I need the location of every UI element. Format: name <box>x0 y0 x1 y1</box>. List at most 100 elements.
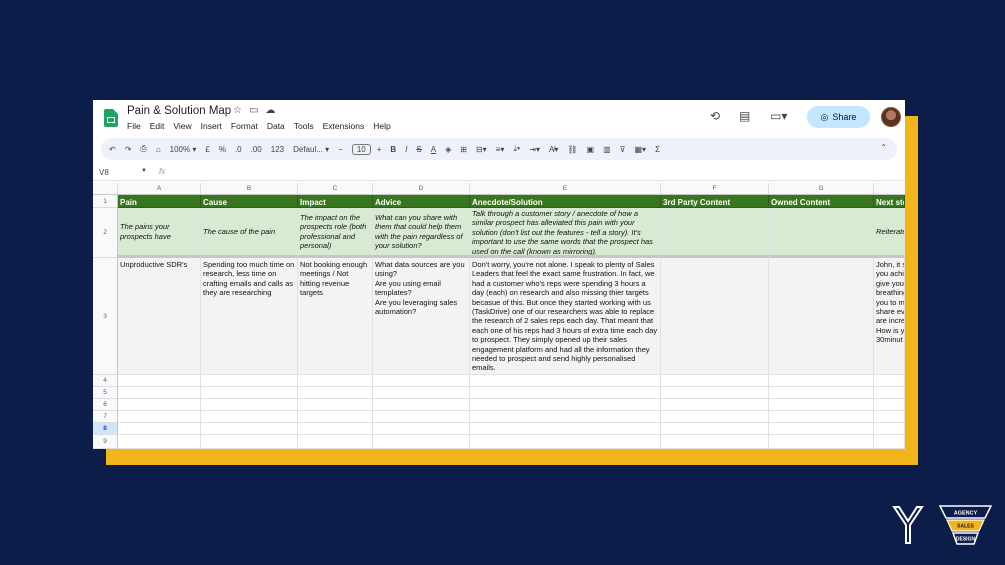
insert-chart-icon[interactable]: ▥ <box>603 145 611 154</box>
row-number-8[interactable]: 8 <box>93 423 118 435</box>
example-cell-anecdote[interactable]: Don't worry, you're not alone. I speak t… <box>470 258 661 375</box>
empty-cell[interactable] <box>769 375 874 387</box>
row-number-9[interactable]: 9 <box>93 435 118 449</box>
meet-video-icon[interactable]: ▭▾ <box>770 109 787 123</box>
row-number-5[interactable]: 5 <box>93 387 118 399</box>
menu-view[interactable]: View <box>173 121 191 131</box>
example-cell-third-party[interactable] <box>661 258 769 375</box>
guide-cell-third-party[interactable] <box>661 208 769 258</box>
menu-extensions[interactable]: Extensions <box>323 121 365 131</box>
version-history-icon[interactable]: ⟲ <box>710 109 720 123</box>
empty-cell[interactable] <box>661 435 769 449</box>
font-select[interactable]: Defaul... ▾ <box>293 145 329 154</box>
move-folder-icon[interactable]: ▭ <box>249 105 265 116</box>
empty-cell[interactable] <box>298 411 373 423</box>
guide-cell-pain[interactable]: The pains your prospects have <box>118 208 201 258</box>
empty-cell[interactable] <box>769 423 874 435</box>
paint-format-icon[interactable]: ⌂ <box>156 145 161 154</box>
vertical-align-icon[interactable]: ⤓▾ <box>513 144 520 154</box>
guide-cell-anecdote[interactable]: Talk through a customer story / anecdote… <box>470 208 661 258</box>
row-number-7[interactable]: 7 <box>93 411 118 423</box>
redo-icon[interactable]: ↷ <box>125 145 132 154</box>
example-cell-advice[interactable]: What data sources are you using? Are you… <box>373 258 470 375</box>
empty-cell[interactable] <box>201 375 298 387</box>
menu-help[interactable]: Help <box>373 121 390 131</box>
increase-decimal-button[interactable]: .00 <box>251 145 262 154</box>
empty-cell[interactable] <box>470 399 661 411</box>
example-cell-next-steps[interactable]: John, it s you achi give you breathing y… <box>874 258 905 375</box>
empty-cell[interactable] <box>661 375 769 387</box>
decrease-decimal-button[interactable]: .0 <box>235 145 242 154</box>
empty-cell[interactable] <box>470 435 661 449</box>
empty-cell[interactable] <box>769 399 874 411</box>
empty-cell[interactable] <box>201 423 298 435</box>
header-cell-pain[interactable]: Pain <box>118 195 201 208</box>
comments-icon[interactable]: ▤ <box>739 109 750 123</box>
avatar[interactable] <box>881 107 901 127</box>
empty-cell[interactable] <box>201 435 298 449</box>
guide-cell-next-steps[interactable]: Reiterate book the <box>874 208 905 258</box>
menu-edit[interactable]: Edit <box>150 121 165 131</box>
print-icon[interactable]: ⎙ <box>140 144 146 154</box>
empty-cell[interactable] <box>769 435 874 449</box>
empty-cell[interactable] <box>298 423 373 435</box>
currency-format-button[interactable]: £ <box>205 145 209 154</box>
collapse-menus-icon[interactable]: ⌃ <box>880 143 887 152</box>
row-number-6[interactable]: 6 <box>93 399 118 411</box>
star-icon[interactable]: ☆ <box>233 105 249 116</box>
row-number-2[interactable]: 2 <box>93 208 118 258</box>
empty-cell[interactable] <box>661 387 769 399</box>
row-number-3[interactable]: 3 <box>93 258 118 375</box>
empty-cell[interactable] <box>661 423 769 435</box>
header-cell-owned[interactable]: Owned Content <box>769 195 874 208</box>
empty-cell[interactable] <box>661 399 769 411</box>
menu-tools[interactable]: Tools <box>294 121 314 131</box>
empty-cell[interactable] <box>874 411 905 423</box>
empty-cell[interactable] <box>874 423 905 435</box>
header-cell-third-party[interactable]: 3rd Party Content <box>661 195 769 208</box>
guide-cell-advice[interactable]: What can you share with them that could … <box>373 208 470 258</box>
column-header-h[interactable] <box>874 183 905 195</box>
text-color-button[interactable]: A <box>431 145 436 154</box>
empty-cell[interactable] <box>118 423 201 435</box>
empty-cell[interactable] <box>118 435 201 449</box>
insert-link-icon[interactable]: ⛓ <box>567 145 577 154</box>
functions-button[interactable]: Σ <box>655 145 660 154</box>
font-size-increase-icon[interactable]: + <box>377 145 382 154</box>
header-cell-cause[interactable]: Cause <box>201 195 298 208</box>
empty-cell[interactable] <box>373 423 470 435</box>
share-button[interactable]: ◎ Share <box>807 106 870 128</box>
name-box-dropdown-icon[interactable]: ▼ <box>141 168 147 174</box>
percent-format-button[interactable]: % <box>219 145 226 154</box>
empty-cell[interactable] <box>874 435 905 449</box>
empty-cell[interactable] <box>373 411 470 423</box>
text-rotation-icon[interactable]: A̸▾ <box>549 145 558 154</box>
document-title[interactable]: Pain & Solution Map <box>127 105 231 117</box>
column-header-a[interactable]: A <box>118 183 201 195</box>
header-cell-anecdote[interactable]: Anecdote/Solution <box>470 195 661 208</box>
empty-cell[interactable] <box>769 411 874 423</box>
empty-cell[interactable] <box>874 399 905 411</box>
bold-button[interactable]: B <box>390 145 396 154</box>
empty-cell[interactable] <box>373 387 470 399</box>
header-cell-impact[interactable]: Impact <box>298 195 373 208</box>
empty-cell[interactable] <box>470 387 661 399</box>
empty-cell[interactable] <box>298 399 373 411</box>
header-cell-advice[interactable]: Advice <box>373 195 470 208</box>
column-header-d[interactable]: D <box>373 183 470 195</box>
text-wrap-icon[interactable]: ⇥▾ <box>529 145 540 154</box>
row-number-1[interactable]: 1 <box>93 195 118 208</box>
zoom-select[interactable]: 100% ▾ <box>170 145 197 154</box>
guide-cell-owned[interactable] <box>769 208 874 258</box>
empty-cell[interactable] <box>118 399 201 411</box>
empty-cell[interactable] <box>118 375 201 387</box>
guide-cell-cause[interactable]: The cause of the pain <box>201 208 298 258</box>
menu-data[interactable]: Data <box>267 121 285 131</box>
filter-views-icon[interactable]: ▦▾ <box>635 145 647 154</box>
empty-cell[interactable] <box>118 411 201 423</box>
empty-cell[interactable] <box>201 387 298 399</box>
column-header-b[interactable]: B <box>201 183 298 195</box>
menu-format[interactable]: Format <box>231 121 258 131</box>
undo-icon[interactable]: ↶ <box>109 145 116 154</box>
empty-cell[interactable] <box>470 423 661 435</box>
